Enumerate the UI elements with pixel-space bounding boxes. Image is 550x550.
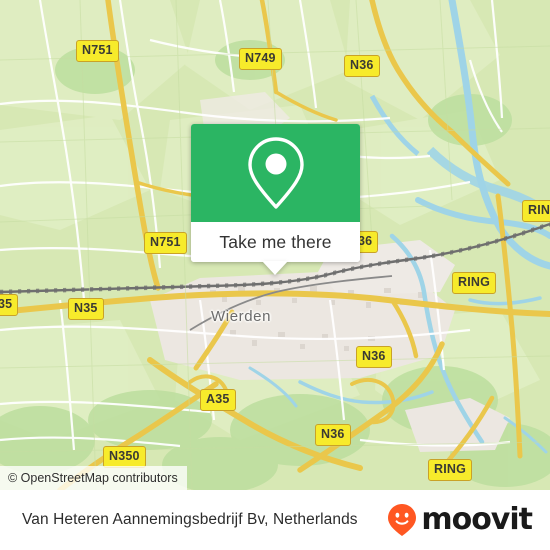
osm-attribution[interactable]: © OpenStreetMap contributors xyxy=(0,466,187,490)
card-marker-area xyxy=(191,124,360,222)
road-shield-n350[interactable]: N350 xyxy=(103,446,146,468)
card-pointer-tail xyxy=(262,261,288,275)
place-title: Van Heteren Aannemingsbedrijf Bv, Nether… xyxy=(22,511,358,528)
map-pin-icon xyxy=(247,137,304,209)
road-shield-n36-south[interactable]: N36 xyxy=(315,424,351,446)
card-cta-area[interactable]: Take me there xyxy=(191,222,360,262)
take-me-there-card[interactable]: Take me there xyxy=(191,124,360,262)
road-shield-n749[interactable]: N749 xyxy=(239,48,282,70)
moovit-logo[interactable]: moovit xyxy=(387,502,533,537)
moovit-smiling-pin-icon xyxy=(388,504,417,536)
road-shield-n36-north[interactable]: N36 xyxy=(344,55,380,77)
bottom-bar: Van Heteren Aannemingsbedrijf Bv, Nether… xyxy=(0,490,550,550)
road-shield-a35[interactable]: A35 xyxy=(200,389,236,411)
road-shield-n35[interactable]: N35 xyxy=(68,298,104,320)
road-shield-ring-mid[interactable]: RING xyxy=(452,272,497,294)
road-shield-n751-mid[interactable]: N751 xyxy=(144,232,187,254)
road-shield-n36-center[interactable]: N36 xyxy=(356,346,392,368)
road-shield-n35-partial[interactable]: 35 xyxy=(0,294,19,316)
road-shield-n751-north[interactable]: N751 xyxy=(76,40,119,62)
map-screen: Wierden N751 N749 N36 RING N751 36 RING … xyxy=(0,0,550,550)
place-label-wierden: Wierden xyxy=(211,308,272,325)
take-me-there-label: Take me there xyxy=(219,231,332,252)
moovit-wordmark: moovit xyxy=(421,502,533,537)
road-shield-ring-south[interactable]: RING xyxy=(428,459,473,481)
road-shield-ring-east[interactable]: RING xyxy=(522,200,550,222)
